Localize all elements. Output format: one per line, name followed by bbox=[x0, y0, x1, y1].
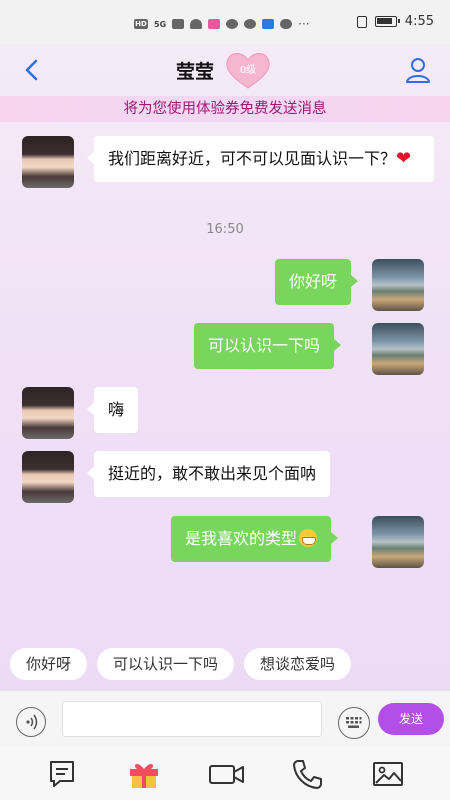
grin-emoji-icon bbox=[299, 529, 318, 547]
gift-button[interactable] bbox=[127, 758, 159, 790]
signal-label: 5G bbox=[154, 19, 167, 29]
cloud-icon bbox=[280, 19, 293, 29]
contact-name: 莹莹 bbox=[175, 60, 214, 83]
quick-reply-bar: 你好呀 可以认识一下吗 想谈恋爱吗 bbox=[10, 648, 352, 680]
clock: 4:55 bbox=[404, 14, 434, 29]
title-wrap: 莹莹 0级 bbox=[176, 50, 274, 90]
video-call-button[interactable] bbox=[208, 758, 244, 790]
message-bubble: 可以认识一下吗 bbox=[194, 323, 342, 369]
quick-reply-chip[interactable]: 你好呀 bbox=[10, 648, 88, 680]
app-icon bbox=[208, 19, 221, 29]
wifi-icon bbox=[190, 19, 203, 29]
keyboard-button[interactable] bbox=[338, 707, 370, 739]
input-bar: 发送 bbox=[0, 690, 450, 746]
quick-reply-chip[interactable]: 想谈恋爱吗 bbox=[244, 648, 352, 680]
message-text: 我们距离好近，可不可以见面认识一下？ bbox=[108, 149, 397, 168]
level-text: 0级 bbox=[239, 65, 257, 76]
more-icon: ··· bbox=[298, 17, 310, 31]
voice-call-button[interactable] bbox=[291, 758, 323, 790]
back-button[interactable] bbox=[20, 58, 44, 82]
heart-emoji-icon: ❤ bbox=[396, 148, 412, 169]
my-avatar[interactable] bbox=[372, 259, 424, 311]
free-message-notice: 将为您使用体验券免费发送消息 bbox=[0, 96, 450, 122]
message-text: 可以认识一下吗 bbox=[208, 336, 321, 355]
status-right: 4:55 bbox=[356, 14, 434, 29]
chat-notify-icon bbox=[244, 19, 257, 29]
message-bubble: 嗨 bbox=[86, 387, 139, 433]
message-tool-button[interactable] bbox=[46, 758, 78, 790]
contact-avatar[interactable] bbox=[22, 451, 74, 503]
contact-avatar[interactable] bbox=[22, 136, 74, 188]
level-badge: 0级 bbox=[222, 50, 274, 90]
send-button[interactable]: 发送 bbox=[378, 703, 444, 735]
message-bubble: 你好呀 bbox=[275, 259, 359, 305]
message-notify-icon bbox=[226, 19, 239, 29]
phone-icon bbox=[293, 760, 322, 789]
chat-header: 莹莹 0级 bbox=[0, 44, 450, 96]
message-text: 嗨 bbox=[108, 400, 125, 419]
message-text: 是我喜欢的类型 bbox=[185, 529, 298, 548]
user-icon bbox=[406, 58, 430, 83]
vibrate-icon bbox=[356, 15, 367, 28]
message-text: 挺近的，敢不敢出来见个面呐 bbox=[108, 464, 317, 483]
image-icon bbox=[373, 762, 403, 786]
my-avatar[interactable] bbox=[372, 516, 424, 568]
image-button[interactable] bbox=[371, 758, 403, 790]
profile-button[interactable] bbox=[404, 56, 432, 84]
keyboard-icon bbox=[346, 717, 362, 728]
status-icons: HD 5G ··· bbox=[134, 17, 310, 31]
contact-avatar[interactable] bbox=[22, 387, 74, 439]
message-timestamp: 16:50 bbox=[206, 222, 244, 237]
message-bubble: 是我喜欢的类型 bbox=[171, 516, 339, 562]
bottom-toolbar bbox=[0, 746, 450, 800]
my-avatar[interactable] bbox=[372, 323, 424, 375]
status-bar: HD 5G ··· 4:55 bbox=[0, 0, 450, 44]
signal-icon bbox=[172, 19, 185, 29]
message-icon bbox=[50, 761, 74, 787]
chevron-left-icon bbox=[25, 59, 38, 81]
message-bubble: 挺近的，敢不敢出来见个面呐 bbox=[86, 451, 331, 497]
voice-button[interactable] bbox=[16, 707, 46, 737]
video-icon bbox=[209, 765, 244, 784]
hd-badge: HD bbox=[134, 19, 148, 29]
quick-reply-chip[interactable]: 可以认识一下吗 bbox=[97, 648, 235, 680]
message-bubble: 我们距离好近，可不可以见面认识一下？❤ bbox=[87, 136, 434, 182]
voice-icon bbox=[26, 714, 38, 730]
battery-icon bbox=[374, 16, 400, 27]
gift-icon bbox=[130, 763, 158, 788]
message-text: 你好呀 bbox=[289, 272, 338, 291]
message-input[interactable] bbox=[62, 701, 322, 737]
shield-icon bbox=[262, 19, 275, 29]
